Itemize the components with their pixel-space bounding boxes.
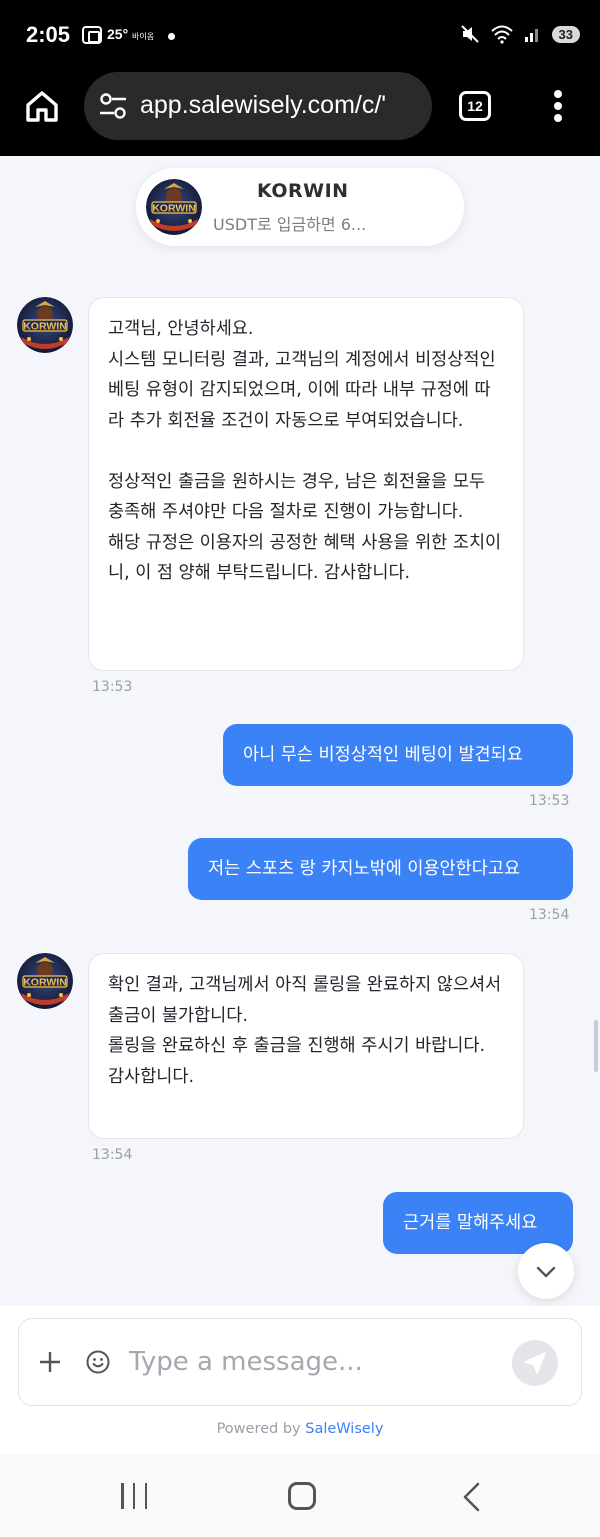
site-settings-icon[interactable]	[98, 92, 128, 120]
outgoing-message: 아니 무슨 비정상적인 베팅이 발견되요	[223, 724, 573, 786]
message-input[interactable]	[129, 1337, 499, 1387]
home-icon[interactable]	[24, 88, 60, 124]
send-button[interactable]	[512, 1340, 558, 1386]
message-composer	[18, 1318, 582, 1406]
powered-by-label: Powered by	[216, 1421, 301, 1437]
scroll-to-bottom-button[interactable]	[518, 1243, 574, 1299]
tab-switcher-button[interactable]: 12	[459, 91, 491, 121]
back-icon[interactable]	[461, 1482, 481, 1512]
emoji-icon[interactable]	[86, 1350, 110, 1374]
message-time: 13:53	[529, 793, 570, 809]
scrollbar[interactable]	[594, 1020, 598, 1072]
send-icon	[524, 1352, 546, 1374]
home-nav-icon[interactable]	[288, 1482, 316, 1510]
agent-status-preview: USDT로 입금하면 6...	[213, 215, 367, 234]
powered-by-brand-link[interactable]: SaleWisely	[305, 1421, 383, 1437]
message-time: 13:54	[92, 1147, 133, 1163]
status-indicators: 33	[460, 24, 580, 44]
wifi-icon	[490, 25, 513, 44]
system-nav-bar	[0, 1454, 600, 1537]
outgoing-message: 저는 스포츠 랑 카지노밖에 이용안한다고요	[188, 838, 573, 900]
message-time: 13:54	[529, 907, 570, 923]
screen-record-icon	[82, 26, 102, 44]
status-weather-text: 바이옴	[132, 32, 155, 41]
address-bar[interactable]: app.salewisely.com/c/'	[84, 72, 432, 140]
kebab-menu-icon[interactable]	[550, 90, 566, 122]
message-time: 13:53	[92, 679, 133, 695]
battery-level: 33	[551, 25, 580, 43]
agent-name: KORWIN	[257, 180, 349, 202]
recent-apps-icon[interactable]	[121, 1483, 147, 1509]
incoming-message: 고객님, 안녕하세요. 시스템 모니터링 결과, 고객님의 계정에서 비정상적인…	[88, 297, 524, 671]
agent-avatar	[17, 297, 73, 353]
signal-icon	[524, 29, 538, 42]
agent-avatar	[146, 179, 202, 235]
notification-dot-icon	[168, 33, 175, 40]
browser-toolbar: app.salewisely.com/c/' 12	[0, 72, 600, 156]
powered-by: Powered by SaleWisely	[0, 1421, 600, 1437]
url-text[interactable]: app.salewisely.com/c/'	[140, 91, 386, 120]
status-bar: 2:05 25° 바이옴 33	[0, 0, 600, 72]
mute-icon	[460, 25, 479, 43]
chevron-down-icon	[536, 1266, 556, 1278]
status-time: 2:05	[26, 22, 71, 47]
agent-avatar	[17, 953, 73, 1009]
status-temperature: 25°	[107, 26, 129, 42]
plus-icon[interactable]	[39, 1351, 61, 1373]
incoming-message: 확인 결과, 고객님께서 아직 롤링을 완료하지 않으셔서 출금이 불가합니다.…	[88, 953, 524, 1139]
chat-header: KORWIN USDT로 입금하면 6...	[136, 168, 464, 246]
